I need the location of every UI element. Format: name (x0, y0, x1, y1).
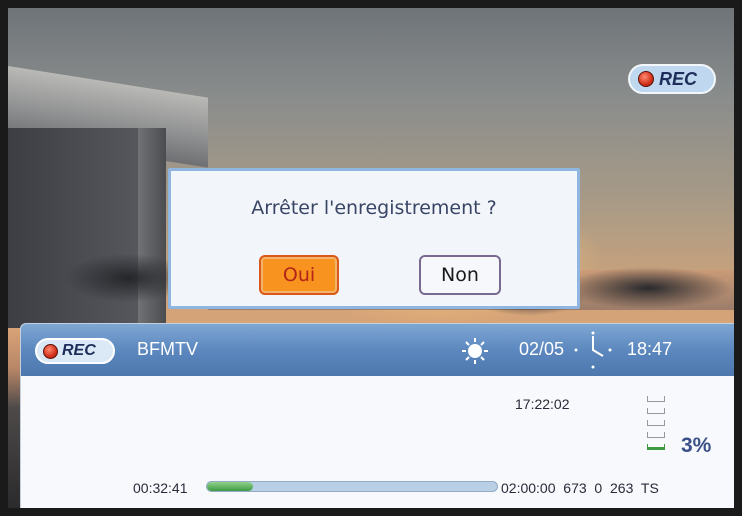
tv-screen: REC Arrêter l'enregistrement ? Oui Non R… (0, 0, 742, 516)
disk-usage-gauge (647, 396, 667, 458)
channel-info-bar: REC BFMTV 02/05 18:47 17:22:02 3% 00:32:… (20, 323, 734, 508)
total-duration: 02:00:00 (501, 480, 556, 496)
code-d: TS (640, 480, 659, 496)
info-recording-label: REC (62, 342, 96, 359)
record-dot-icon (43, 343, 58, 359)
date-display: 02/05 (519, 339, 565, 359)
recording-progress-bar (206, 481, 498, 492)
no-button[interactable]: Non (419, 255, 501, 295)
yes-button[interactable]: Oui (259, 255, 339, 295)
info-recording-badge: REC (35, 338, 115, 364)
recording-meta: 02:00:00 673 0 263 TS (501, 480, 659, 496)
dialog-question: Arrêter l'enregistrement ? (251, 197, 497, 219)
sun-icon (462, 338, 488, 364)
code-b: 0 (594, 480, 603, 496)
recording-badge: REC (628, 64, 716, 94)
info-bar-header: REC BFMTV 02/05 18:47 (21, 324, 734, 376)
recording-time: 17:22:02 (515, 396, 570, 412)
recording-badge-label: REC (659, 68, 698, 89)
elapsed-time: 00:32:41 (133, 480, 188, 496)
recording-progress-fill (207, 482, 254, 491)
code-c: 263 (610, 480, 634, 496)
channel-name: BFMTV (137, 339, 198, 359)
current-time: 18:47 (627, 339, 673, 359)
disk-usage-percent: 3% (681, 434, 712, 457)
stop-recording-dialog: Arrêter l'enregistrement ? Oui Non (168, 168, 580, 309)
record-dot-icon (638, 71, 654, 87)
clock-icon (574, 331, 612, 369)
code-a: 673 (563, 480, 587, 496)
